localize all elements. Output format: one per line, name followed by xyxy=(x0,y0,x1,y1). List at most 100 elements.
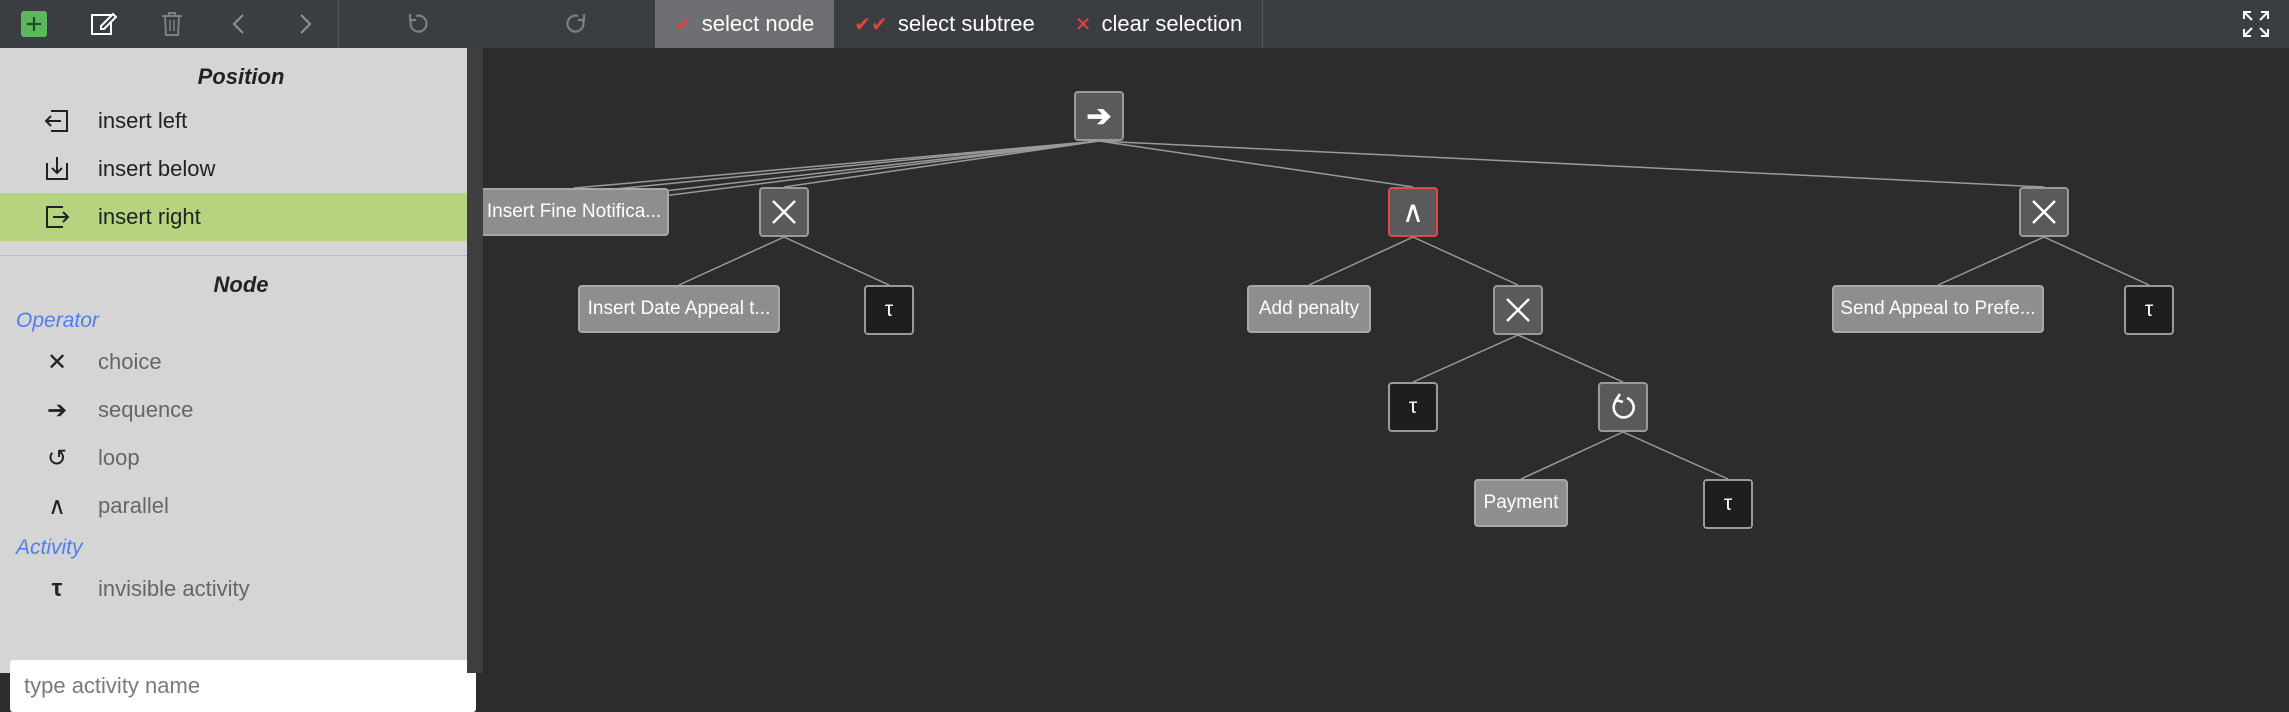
insert-right-option[interactable]: insert right xyxy=(0,193,467,241)
clear-x-icon: ✕ xyxy=(1074,13,1092,36)
select-node-label: select node xyxy=(701,11,815,36)
redo-icon xyxy=(566,14,586,33)
insert-left-label: insert left xyxy=(98,108,188,133)
loop-icon: ↺ xyxy=(46,444,68,472)
operator-category-label: Operator xyxy=(16,309,99,332)
add-button[interactable] xyxy=(0,0,68,48)
parallel-label: parallel xyxy=(98,493,169,518)
tau-label: τ xyxy=(1723,492,1733,515)
activity-invisible[interactable]: τ invisible activity xyxy=(0,565,467,613)
sequence-label: sequence xyxy=(98,397,194,422)
tau-icon: τ xyxy=(51,575,63,602)
tree-edges xyxy=(483,140,2150,480)
activity-name-input[interactable] xyxy=(10,660,476,712)
activity-node-insert-date-appeal[interactable]: Insert Date Appeal t... xyxy=(578,285,780,333)
chevron-right-icon xyxy=(300,14,312,34)
activity-node-label: Payment xyxy=(1483,492,1559,513)
tau-label: τ xyxy=(1408,395,1418,418)
activity-node-insert-fine-notification[interactable]: Insert Fine Notifica... xyxy=(483,188,669,236)
activity-node-send-appeal[interactable]: Send Appeal to Prefe... xyxy=(1832,285,2044,333)
insert-left-icon xyxy=(40,107,74,135)
select-subtree-label: select subtree xyxy=(897,11,1035,36)
loop-label: loop xyxy=(98,445,140,470)
choice-x-icon xyxy=(772,200,796,224)
delete-button[interactable] xyxy=(138,0,206,48)
fullscreen-button[interactable] xyxy=(2223,0,2289,48)
tree-edge xyxy=(1412,236,1519,286)
activity-node-label: Insert Fine Notifica... xyxy=(486,201,662,222)
choice-node[interactable] xyxy=(759,187,809,237)
panel-divider xyxy=(0,255,467,256)
activity-node-label: Add penalty xyxy=(1258,298,1360,319)
insert-right-label: insert right xyxy=(98,204,201,229)
checkmark-icon: ✔ xyxy=(675,13,692,36)
operator-parallel[interactable]: ∧ parallel xyxy=(0,482,467,530)
choice-label: choice xyxy=(98,349,162,374)
insert-below-label: insert below xyxy=(98,156,216,181)
sequence-arrow-icon: ➔ xyxy=(1086,99,1112,133)
sequence-node[interactable]: ➔ xyxy=(1074,91,1124,141)
insert-below-icon xyxy=(40,155,74,183)
choice-node[interactable] xyxy=(1493,285,1543,335)
tree-edge xyxy=(678,236,785,286)
process-tree-canvas: ➔ Insert Fine Notifica... Insert Date Ap… xyxy=(483,48,2289,673)
activity-node-payment[interactable]: Payment xyxy=(1474,479,1568,527)
toolbar: ✔ select node ✔✔ select subtree ✕ clear … xyxy=(0,0,2289,48)
activity-category-label: Activity xyxy=(16,536,83,559)
choice-icon: ✕ xyxy=(46,348,68,376)
forward-button[interactable] xyxy=(272,0,338,48)
choice-node[interactable] xyxy=(2019,187,2069,237)
clear-selection-label: clear selection xyxy=(1101,11,1243,36)
tau-label: τ xyxy=(2144,298,2154,321)
parallel-node[interactable]: ∧ xyxy=(1388,187,1438,237)
activity-node-add-penalty[interactable]: Add penalty xyxy=(1247,285,1371,333)
select-node-button[interactable]: ✔ select node xyxy=(655,0,835,48)
activity-node-label: Insert Date Appeal t... xyxy=(587,298,771,319)
insert-right-icon xyxy=(40,203,74,231)
tau-node[interactable]: τ xyxy=(864,285,914,335)
tau-label: τ xyxy=(884,298,894,321)
parallel-icon: ∧ xyxy=(48,492,66,520)
chevron-left-icon xyxy=(232,14,244,34)
select-subtree-button[interactable]: ✔✔ select subtree xyxy=(834,0,1054,48)
sequence-icon: ➔ xyxy=(46,396,68,424)
tree-edge xyxy=(1517,334,1624,383)
tree-edge xyxy=(1622,431,1729,480)
fullscreen-icon xyxy=(2243,11,2269,37)
tau-node[interactable]: τ xyxy=(1703,479,1753,529)
back-button[interactable] xyxy=(206,0,272,48)
tree-edge xyxy=(1520,431,1624,480)
tau-node[interactable]: τ xyxy=(1388,382,1438,432)
tree-edge xyxy=(1098,140,2045,188)
activity-node-label: Send Appeal to Prefe... xyxy=(1840,298,2036,319)
tree-edge xyxy=(783,140,1100,188)
tree-edge xyxy=(1412,334,1519,383)
operator-choice[interactable]: ✕ choice xyxy=(0,338,467,386)
edit-button[interactable] xyxy=(68,0,138,48)
clear-selection-button[interactable]: ✕ clear selection xyxy=(1055,0,1262,48)
tree-edge xyxy=(1308,236,1414,286)
tree-edge xyxy=(2043,236,2150,286)
position-heading: Position xyxy=(197,64,285,89)
choice-x-icon xyxy=(1506,298,1530,322)
undo-button[interactable] xyxy=(339,0,497,48)
panel-splitter[interactable] xyxy=(467,48,483,673)
loop-arrow-icon xyxy=(1612,393,1635,419)
insert-below-option[interactable]: insert below xyxy=(0,145,467,193)
node-heading: Node xyxy=(213,272,269,297)
loop-node[interactable] xyxy=(1598,382,1648,432)
operator-sequence[interactable]: ➔ sequence xyxy=(0,386,467,434)
tree-edge xyxy=(783,236,890,286)
tau-node[interactable]: τ xyxy=(2124,285,2174,335)
tree-edge xyxy=(1937,236,2045,286)
redo-button[interactable] xyxy=(497,0,655,48)
trash-icon xyxy=(162,12,182,36)
choice-x-icon xyxy=(2032,200,2056,224)
side-panel: Position insert left insert below insert… xyxy=(0,48,476,712)
invisible-activity-label: invisible activity xyxy=(98,576,250,601)
parallel-and-icon: ∧ xyxy=(1402,195,1424,229)
operator-loop[interactable]: ↺ loop xyxy=(0,434,467,482)
plus-icon xyxy=(21,11,47,37)
insert-left-option[interactable]: insert left xyxy=(0,97,467,145)
edit-icon xyxy=(91,12,117,35)
